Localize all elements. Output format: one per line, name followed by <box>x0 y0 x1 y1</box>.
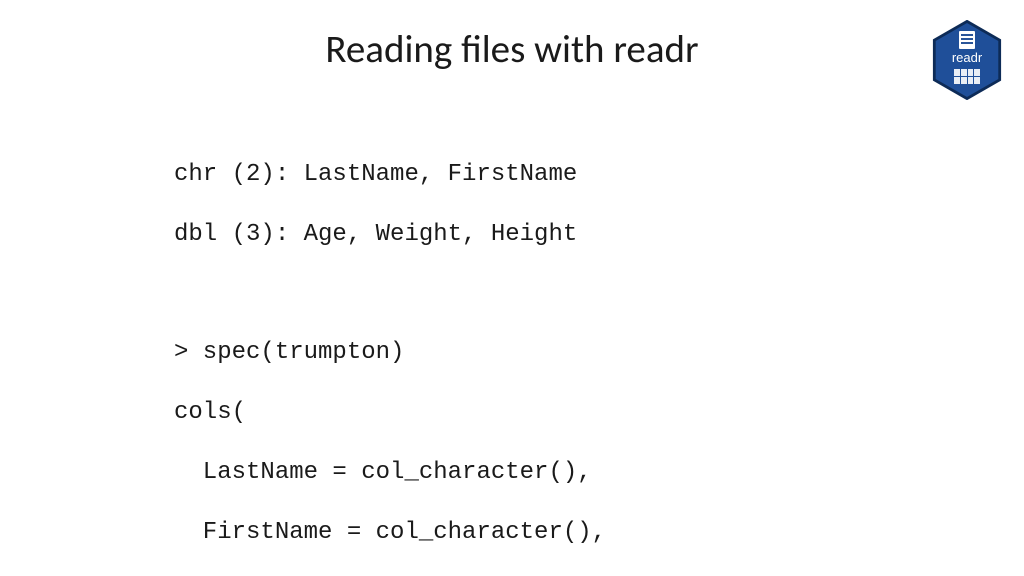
code-block: chr (2): LastName, FirstName dbl (3): Ag… <box>174 130 606 576</box>
readr-hex-logo: readr <box>932 20 1002 100</box>
code-line: > spec(trumpton) <box>174 338 606 368</box>
code-line: LastName = col_character(), <box>174 458 606 488</box>
code-line: cols( <box>174 398 606 428</box>
blank-line <box>174 280 606 308</box>
code-line: dbl (3): Age, Weight, Height <box>174 220 606 250</box>
table-icon <box>954 69 980 84</box>
slide-title: Reading files with readr <box>0 26 1024 73</box>
document-icon <box>959 31 975 49</box>
code-line: FirstName = col_character(), <box>174 518 606 548</box>
logo-label: readr <box>932 50 1002 65</box>
code-line: chr (2): LastName, FirstName <box>174 160 606 190</box>
